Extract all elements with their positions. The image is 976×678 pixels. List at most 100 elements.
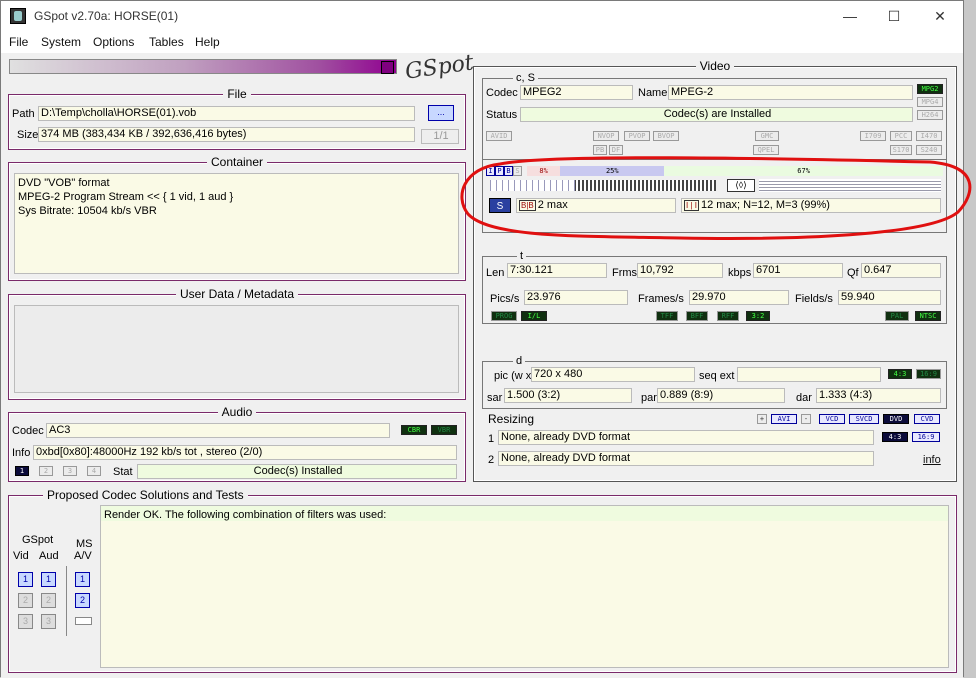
audio-track-4[interactable]: 4 — [87, 466, 101, 476]
gspot-vid-1[interactable]: 1 — [18, 572, 33, 587]
audio-stat-label: Stat — [113, 466, 133, 478]
path-label: Path — [12, 108, 35, 120]
menu-tables[interactable]: Tables — [149, 35, 184, 49]
chip-qpel: QPEL — [753, 145, 779, 155]
container-line-1: DVD "VOB" format — [18, 177, 110, 189]
gop-nav-icon[interactable]: ⟨◊⟩ — [727, 179, 755, 192]
d-subgroup: d pic (w x h) 720 x 480 seq ext 4:3 16:9… — [482, 354, 947, 409]
chip-bvop: BVOP — [653, 131, 679, 141]
gspot-window: GSpot v2.70a: HORSE(01) — ☐ ✕ File Syste… — [0, 0, 964, 678]
resize-minus-button[interactable]: - — [801, 414, 811, 424]
ms-av-3[interactable] — [75, 617, 92, 625]
chip-pb: PB — [593, 145, 607, 155]
progress-gradient — [9, 59, 397, 74]
resize-dvd-button[interactable]: DVD — [883, 414, 909, 424]
pct-p-segment: 25% — [560, 166, 665, 176]
resize1-number: 1 — [488, 433, 495, 445]
gop-length-field: I | I 12 max; N=12, M=3 (99%) — [681, 198, 941, 213]
qf-field: 0.647 — [861, 263, 941, 278]
pics-label: Pics/s — [490, 293, 520, 305]
audio-codec-field: AC3 — [46, 423, 390, 438]
gspot-vid-3[interactable]: 3 — [18, 614, 33, 629]
gop-length-value: 12 max; N=12, M=3 (99%) — [700, 199, 830, 211]
page-indicator[interactable]: 1/1 — [421, 129, 459, 144]
resize-plus-button[interactable]: + — [757, 414, 767, 424]
audio-info-label: Info — [12, 447, 31, 459]
gspot-vid-2[interactable]: 2 — [18, 593, 33, 608]
bitrate-graph — [759, 179, 941, 192]
audio-track-3[interactable]: 3 — [63, 466, 77, 476]
chip-ntsc: NTSC — [915, 311, 941, 321]
menu-help[interactable]: Help — [195, 35, 220, 49]
video-title: Video — [695, 59, 735, 73]
video-name-field: MPEG-2 — [668, 85, 913, 100]
chip-il: I/L — [521, 311, 547, 321]
d-title: d — [513, 354, 526, 368]
t-title: t — [517, 249, 527, 263]
resize-ar-169[interactable]: 16:9 — [912, 432, 940, 442]
vbr-indicator: VBR — [431, 425, 457, 435]
title-bar: GSpot v2.70a: HORSE(01) — ☐ ✕ — [1, 1, 963, 31]
chip-df: DF — [609, 145, 623, 155]
vid-label: Vid — [13, 550, 29, 562]
info-link[interactable]: info — [923, 453, 941, 467]
ms-av-1[interactable]: 1 — [75, 572, 90, 587]
cs-title: c, S — [513, 71, 538, 85]
resize-cvd-button[interactable]: CVD — [914, 414, 940, 424]
resize-ar-43[interactable]: 4:3 — [882, 432, 908, 442]
minimize-button[interactable]: — — [827, 3, 873, 29]
gspot-aud-1[interactable]: 1 — [41, 572, 56, 587]
audio-track-2[interactable]: 2 — [39, 466, 53, 476]
render-output-text: Render OK. The following combination of … — [104, 509, 387, 521]
container-title: Container — [206, 155, 268, 169]
video-status-field: Codec(s) are Installed — [520, 107, 913, 122]
close-button[interactable]: ✕ — [917, 3, 963, 29]
resize2-field: None, already DVD format — [498, 451, 874, 466]
sar-field: 1.500 (3:2) — [504, 388, 632, 403]
menu-system[interactable]: System — [41, 35, 81, 49]
chip-pcc: PCC — [890, 131, 912, 141]
video-status-label: Status — [486, 109, 518, 121]
gspot-aud-2[interactable]: 2 — [41, 593, 56, 608]
ms-av-2[interactable]: 2 — [75, 593, 90, 608]
kbps-label: kbps — [728, 267, 752, 279]
size-label: Size — [17, 129, 39, 141]
resize2-number: 2 — [488, 454, 495, 466]
chip-i709: I709 — [860, 131, 886, 141]
browse-button[interactable]: ... — [428, 105, 454, 121]
frames-field: 29.970 — [689, 290, 789, 305]
file-group: File Path D:\Temp\cholla\HORSE(01).vob .… — [8, 87, 466, 150]
chip-s170: S170 — [890, 145, 912, 155]
seqext-field — [737, 367, 881, 382]
kbps-field: 6701 — [753, 263, 843, 278]
dar-field: 1.333 (4:3) — [816, 388, 941, 403]
chip-32: 3:2 — [746, 311, 770, 321]
gop-divider — [483, 159, 946, 160]
video-group: Video c, S Codec MPEG2 Name MPEG-2 MPG2 … — [473, 59, 957, 482]
chip-tff: TFF — [656, 311, 678, 321]
qf-label: Qf — [847, 267, 859, 279]
chip-avid: AVID — [486, 131, 512, 141]
proposed-group: Proposed Codec Solutions and Tests GSpot… — [8, 488, 957, 673]
resize-svcd-button[interactable]: SVCD — [849, 414, 879, 424]
frame-sequence-strip — [490, 180, 716, 191]
maximize-button[interactable]: ☐ — [871, 3, 917, 29]
resizing-label: Resizing — [488, 412, 535, 426]
audio-group: Audio Codec AC3 CBR VBR Info 0xbd[0x80]:… — [8, 405, 466, 482]
audio-title: Audio — [217, 405, 257, 419]
gop-settings-icon[interactable]: S — [489, 198, 511, 213]
menu-options[interactable]: Options — [93, 35, 134, 49]
audio-track-1[interactable]: 1 — [15, 466, 29, 476]
chip-pal: PAL — [885, 311, 909, 321]
container-group: Container DVD "VOB" format MPEG-2 Progra… — [8, 155, 466, 281]
resize-vcd-button[interactable]: VCD — [819, 414, 845, 424]
frms-label: Frms — [612, 267, 638, 279]
menu-file[interactable]: File — [9, 35, 28, 49]
container-line-2: MPEG-2 Program Stream << { 1 vid, 1 aud … — [18, 191, 234, 203]
gspot-aud-3[interactable]: 3 — [41, 614, 56, 629]
pic-field: 720 x 480 — [531, 367, 695, 382]
path-field[interactable]: D:\Temp\cholla\HORSE(01).vob — [38, 106, 415, 121]
chip-pvop: PVOP — [624, 131, 650, 141]
resize-avi-button[interactable]: AVI — [771, 414, 797, 424]
audio-info-field: 0xbd[0x80]:48000Hz 192 kb/s tot , stereo… — [33, 445, 457, 460]
